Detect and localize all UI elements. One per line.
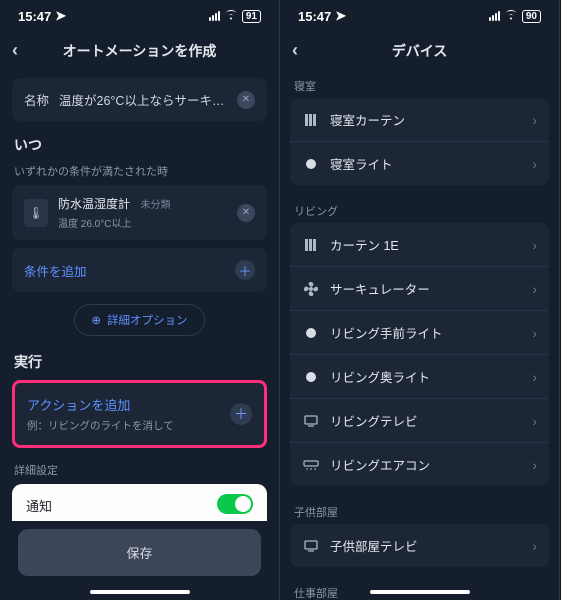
device-row[interactable]: リビングエアコン › (290, 443, 549, 486)
when-subtitle: いずれかの条件が満たされた時 (14, 163, 265, 179)
bulb-icon (302, 328, 320, 338)
tv-icon (302, 540, 320, 552)
chevron-right-icon: › (532, 457, 537, 473)
thermometer-icon: 🌡 (24, 199, 48, 227)
detail-settings-label: 詳細設定 (14, 462, 265, 478)
section-exec: 実行 (14, 352, 265, 372)
device-name: カーテン 1E (330, 235, 522, 254)
signal-icon (209, 11, 220, 21)
chevron-right-icon: › (532, 237, 537, 253)
back-button[interactable]: ‹ (12, 40, 18, 61)
chevron-right-icon: › (532, 281, 537, 297)
plus-circle-icon: ⊕ (91, 313, 101, 327)
location-icon: ➤ (335, 8, 346, 24)
group-header: 子供部屋 (280, 496, 559, 524)
device-row[interactable]: 子供部屋テレビ › (290, 524, 549, 567)
home-indicator (90, 590, 190, 594)
name-value: 温度が26°C以上ならサーキュレ… (59, 90, 227, 109)
remove-condition-icon[interactable]: ✕ (237, 204, 255, 222)
notify-card[interactable]: 通知 (12, 484, 267, 521)
device-name: 子供部屋テレビ (330, 536, 522, 555)
device-row[interactable]: リビング奥ライト › (290, 355, 549, 399)
phone-left: 15:47 ➤ 91 ‹ オートメーションを作成 名称 温度が26°C以上ならサ… (0, 0, 280, 600)
group-header: リビング (280, 195, 559, 223)
condition-detail: 温度 26.0°C以上 (58, 215, 227, 230)
add-action-example: 例：リビングのライトを消して (27, 418, 252, 433)
location-icon: ➤ (55, 8, 66, 24)
device-name: 寝室ライト (330, 154, 522, 173)
wifi-icon (504, 9, 518, 23)
curtain-icon (302, 113, 320, 127)
plus-icon: ＋ (235, 260, 255, 280)
signal-icon (489, 11, 500, 21)
device-row[interactable]: カーテン 1E › (290, 223, 549, 267)
detail-option-button[interactable]: ⊕ 詳細オプション (74, 304, 204, 336)
nav-bar: ‹ デバイス (280, 32, 559, 70)
device-name: リビング手前ライト (330, 323, 522, 342)
save-label: 保存 (126, 546, 152, 561)
device-row[interactable]: 寝室カーテン › (290, 98, 549, 142)
condition-name: 防水温湿度計 (58, 197, 130, 211)
detail-option-label: 詳細オプション (107, 312, 188, 328)
add-condition-button[interactable]: 条件を追加 ＋ (12, 248, 267, 292)
group-header: 寝室 (280, 70, 559, 98)
notify-label: 通知 (26, 499, 52, 514)
bulb-icon (302, 159, 320, 169)
device-name: リビングエアコン (330, 455, 522, 474)
status-bar: 15:47 ➤ 90 (280, 0, 559, 32)
device-list: カーテン 1E›サーキュレーター›リビング手前ライト›リビング奥ライト›リビング… (290, 223, 549, 486)
chevron-right-icon: › (532, 112, 537, 128)
condition-card[interactable]: 🌡 防水温湿度計 未分類 温度 26.0°C以上 ✕ (12, 185, 267, 240)
device-row[interactable]: リビングテレビ › (290, 399, 549, 443)
wifi-icon (224, 9, 238, 23)
chevron-right-icon: › (532, 369, 537, 385)
device-name: 寝室カーテン (330, 110, 522, 129)
fan-icon (302, 282, 320, 296)
clear-icon[interactable]: ✕ (237, 91, 255, 109)
chevron-right-icon: › (532, 538, 537, 554)
condition-tag: 未分類 (140, 200, 170, 211)
curtain-icon (302, 238, 320, 252)
status-time: 15:47 (18, 9, 51, 24)
add-action-card[interactable]: アクションを追加 例：リビングのライトを消して ＋ (12, 380, 267, 448)
save-button[interactable]: 保存 (18, 529, 261, 576)
page-title: デバイス (392, 41, 448, 61)
status-bar: 15:47 ➤ 91 (0, 0, 279, 32)
name-field-row[interactable]: 名称 温度が26°C以上ならサーキュレ… ✕ (12, 78, 267, 121)
chevron-right-icon: › (532, 325, 537, 341)
nav-bar: ‹ オートメーションを作成 (0, 32, 279, 70)
device-list: 寝室カーテン › 寝室ライト › (290, 98, 549, 185)
add-action-label: アクションを追加 (27, 395, 252, 414)
device-name: リビングテレビ (330, 411, 522, 430)
device-name: リビング奥ライト (330, 367, 522, 386)
phone-right: 15:47 ➤ 90 ‹ デバイス 寝室寝室カーテン›寝室ライト›リビングカーテ… (280, 0, 560, 600)
device-row[interactable]: サーキュレーター › (290, 267, 549, 311)
battery-level: 90 (522, 10, 541, 23)
device-name: サーキュレーター (330, 279, 522, 298)
device-list: 子供部屋テレビ › (290, 524, 549, 567)
bulb-icon (302, 372, 320, 382)
chevron-right-icon: › (532, 413, 537, 429)
add-condition-label: 条件を追加 (24, 261, 87, 280)
battery-level: 91 (242, 10, 261, 23)
device-row[interactable]: リビング手前ライト › (290, 311, 549, 355)
chevron-right-icon: › (532, 156, 537, 172)
name-label: 名称 (24, 90, 49, 109)
section-when: いつ (14, 135, 265, 155)
group-header: 仕事部屋 (280, 577, 559, 600)
device-row[interactable]: 寝室ライト › (290, 142, 549, 185)
device-groups: 寝室寝室カーテン›寝室ライト›リビングカーテン 1E›サーキュレーター›リビング… (280, 70, 559, 600)
home-indicator (370, 590, 470, 594)
plus-icon: ＋ (230, 403, 252, 425)
status-time: 15:47 (298, 9, 331, 24)
notify-toggle[interactable] (217, 494, 253, 514)
ac-icon (302, 460, 320, 470)
tv-icon (302, 415, 320, 427)
back-button[interactable]: ‹ (292, 40, 298, 61)
page-title: オートメーションを作成 (63, 41, 217, 61)
